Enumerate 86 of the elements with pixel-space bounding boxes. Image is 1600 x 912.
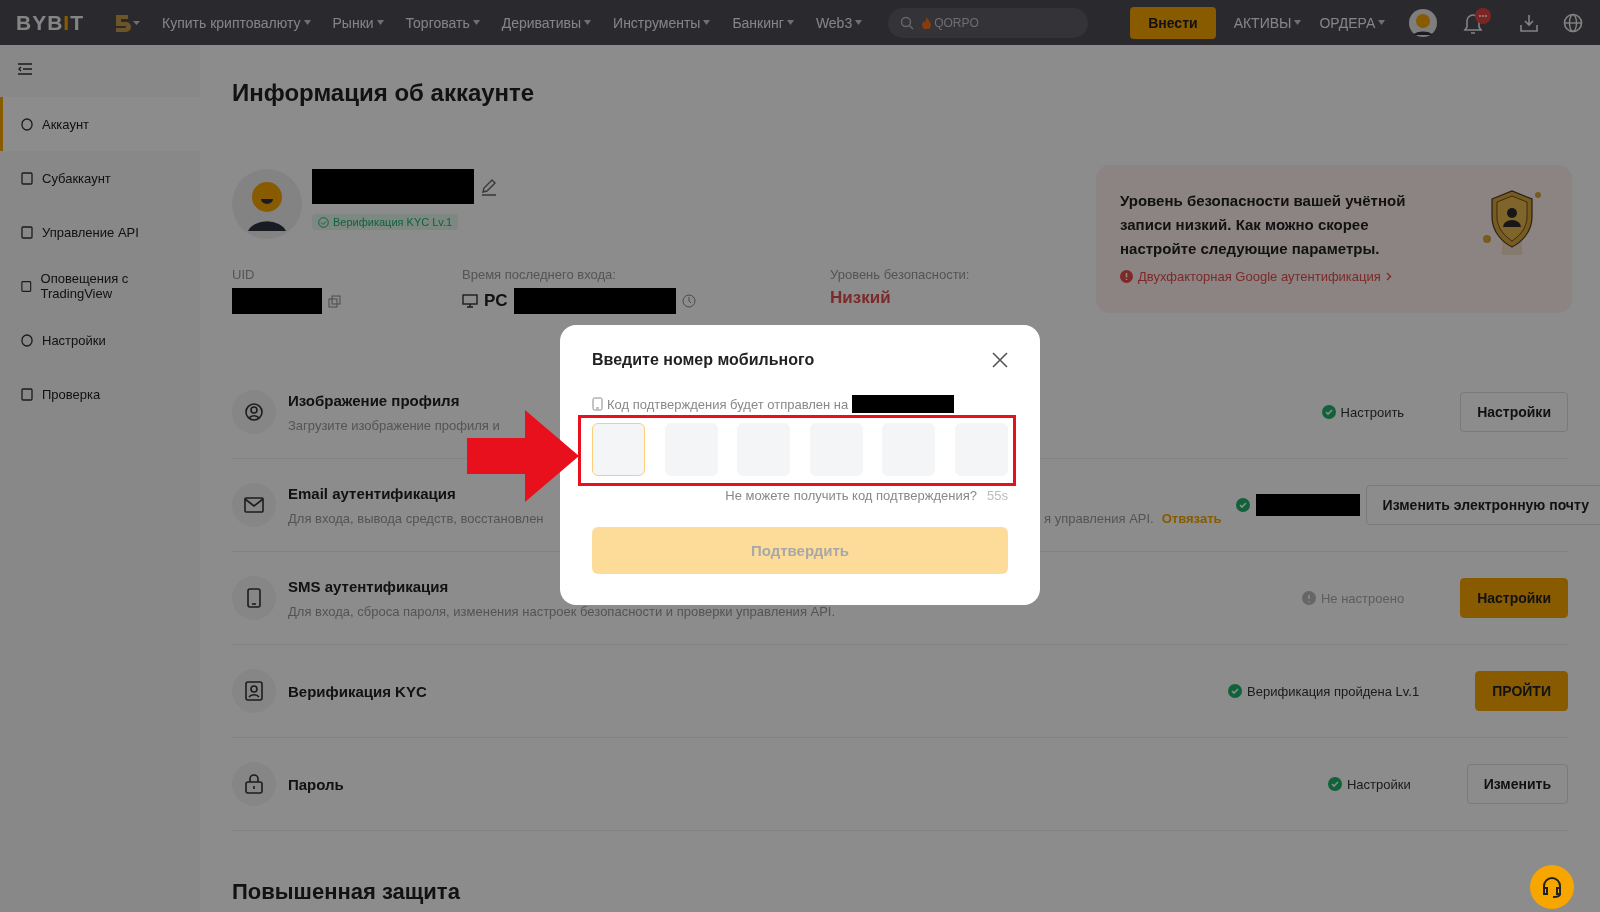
phone-icon	[592, 397, 603, 411]
clock-icon	[681, 294, 696, 308]
setting-title: SMS аутентификация	[288, 577, 449, 595]
setting-description: Для входа, вывода средств, восстановлен	[288, 510, 545, 526]
security-message: Уровень безопасности вашей учётной записи низкий. Как можно скорее настройте следующие параметры.	[1120, 191, 1407, 259]
caret-icon	[376, 20, 384, 25]
globe-icon[interactable]	[1563, 12, 1584, 33]
sidebar-item[interactable]: Оповещения с TradingView	[0, 259, 200, 313]
google-auth-link[interactable]: Двухфакторная Google аутентификация	[1120, 269, 1420, 284]
caret-icon	[472, 20, 480, 25]
nav-menu[interactable]: Банкинг	[732, 14, 794, 31]
badge-icon[interactable]	[114, 12, 140, 33]
header-menu[interactable]: ОРДЕРА	[1319, 14, 1386, 31]
setting-status: Верификация пройдена Lv.1	[1228, 683, 1420, 699]
sidebar-item[interactable]: Аккаунт	[0, 97, 200, 151]
flame-icon	[922, 16, 932, 29]
setting-button[interactable]: Настройки	[1460, 392, 1568, 432]
setting-description: я управления API.	[1044, 510, 1154, 526]
setting-button[interactable]: Изменить	[1466, 764, 1568, 804]
setting-title: Изображение профиля	[288, 391, 460, 409]
section-heading: Повышенная защита	[232, 879, 460, 905]
user-icon	[244, 402, 264, 422]
shield-drawing	[1482, 189, 1544, 255]
sidebar-item[interactable]: Проверка	[0, 367, 200, 421]
code-digit-field[interactable]	[592, 423, 645, 476]
setting-button[interactable]: Изменить электронную почту	[1365, 485, 1600, 525]
setting-title: Верификация KYC	[288, 682, 427, 700]
nav-menu[interactable]: Web3	[815, 14, 863, 31]
hint-text: Код подтверждения будет отправлен на	[607, 396, 849, 412]
caret-icon	[584, 20, 592, 25]
device-name: PC	[484, 291, 508, 311]
security-level: Низкий	[830, 288, 892, 308]
info-icon	[1301, 591, 1316, 605]
check-icon	[1228, 684, 1243, 698]
monitor-icon	[462, 294, 478, 308]
check-icon	[318, 216, 329, 228]
caret-icon	[786, 20, 794, 25]
edit-icon[interactable]	[480, 177, 498, 196]
setting-description: Для входа, сброса пароля, изменения настроек безопасности и проверки управления API.	[288, 603, 836, 619]
dialog-title: Введите номер мобильного	[592, 351, 815, 369]
lock-icon	[245, 774, 263, 794]
deposit-button[interactable]: Внести	[1130, 6, 1216, 39]
sidebar-item[interactable]: Субаккаунт	[0, 151, 200, 205]
setting-status: Настройки	[1327, 776, 1411, 792]
last-login-label: Время последнего входа:	[462, 267, 617, 282]
chevron-icon	[1385, 272, 1392, 281]
nav-menu[interactable]: Торговать	[405, 14, 480, 31]
id-icon	[245, 681, 263, 701]
security-label: Уровень безопасности:	[830, 267, 971, 282]
sidebar-item[interactable]: Управление API	[0, 205, 200, 259]
check-icon	[1321, 405, 1336, 419]
caret-icon	[703, 20, 711, 25]
setting-status: Настроить	[1321, 404, 1405, 420]
sidebar-item[interactable]: Настройки	[0, 313, 200, 367]
resend-link[interactable]: Не можете получить код подтверждения?	[725, 488, 978, 503]
setting-title: Email аутентификация	[288, 484, 456, 502]
search-field[interactable]: QORPO	[888, 7, 1089, 38]
header-menu[interactable]: АКТИВЫ	[1233, 14, 1302, 31]
close-button[interactable]	[992, 352, 1008, 368]
avatar	[232, 169, 302, 239]
support-button[interactable]	[1530, 865, 1574, 909]
uid-label: UID	[232, 267, 256, 282]
setting-button[interactable]: ПРОЙТИ	[1475, 671, 1568, 711]
avatar-icon[interactable]	[1409, 8, 1438, 37]
collapse-icon[interactable]	[18, 63, 32, 75]
copy-icon[interactable]	[328, 294, 341, 308]
nav-menu[interactable]: Купить криптовалюту	[162, 14, 311, 31]
setting-button[interactable]: Настройки	[1460, 578, 1568, 618]
check-icon	[1327, 777, 1342, 791]
caret-icon	[855, 20, 863, 25]
download-icon[interactable]	[1519, 12, 1540, 33]
search-icon	[900, 15, 915, 30]
caret-icon	[1294, 20, 1302, 25]
phone-icon	[247, 588, 261, 608]
caret-icon	[1378, 20, 1386, 25]
kyc-badge: Верификация KYC Lv.1	[312, 214, 459, 230]
page-title: Информация об аккаунте	[232, 79, 536, 107]
mail-icon	[244, 497, 264, 513]
nav-menu[interactable]: Рынки	[332, 14, 384, 31]
logo[interactable]: BYBIT	[16, 10, 84, 35]
headset-icon	[1541, 876, 1563, 898]
caret-icon	[303, 20, 311, 25]
nav-menu[interactable]: Деривативы	[501, 14, 592, 31]
setting-title: Пароль	[288, 775, 344, 793]
nav-menu[interactable]: Инструменты	[613, 14, 711, 31]
countdown: 55s	[987, 488, 1008, 503]
